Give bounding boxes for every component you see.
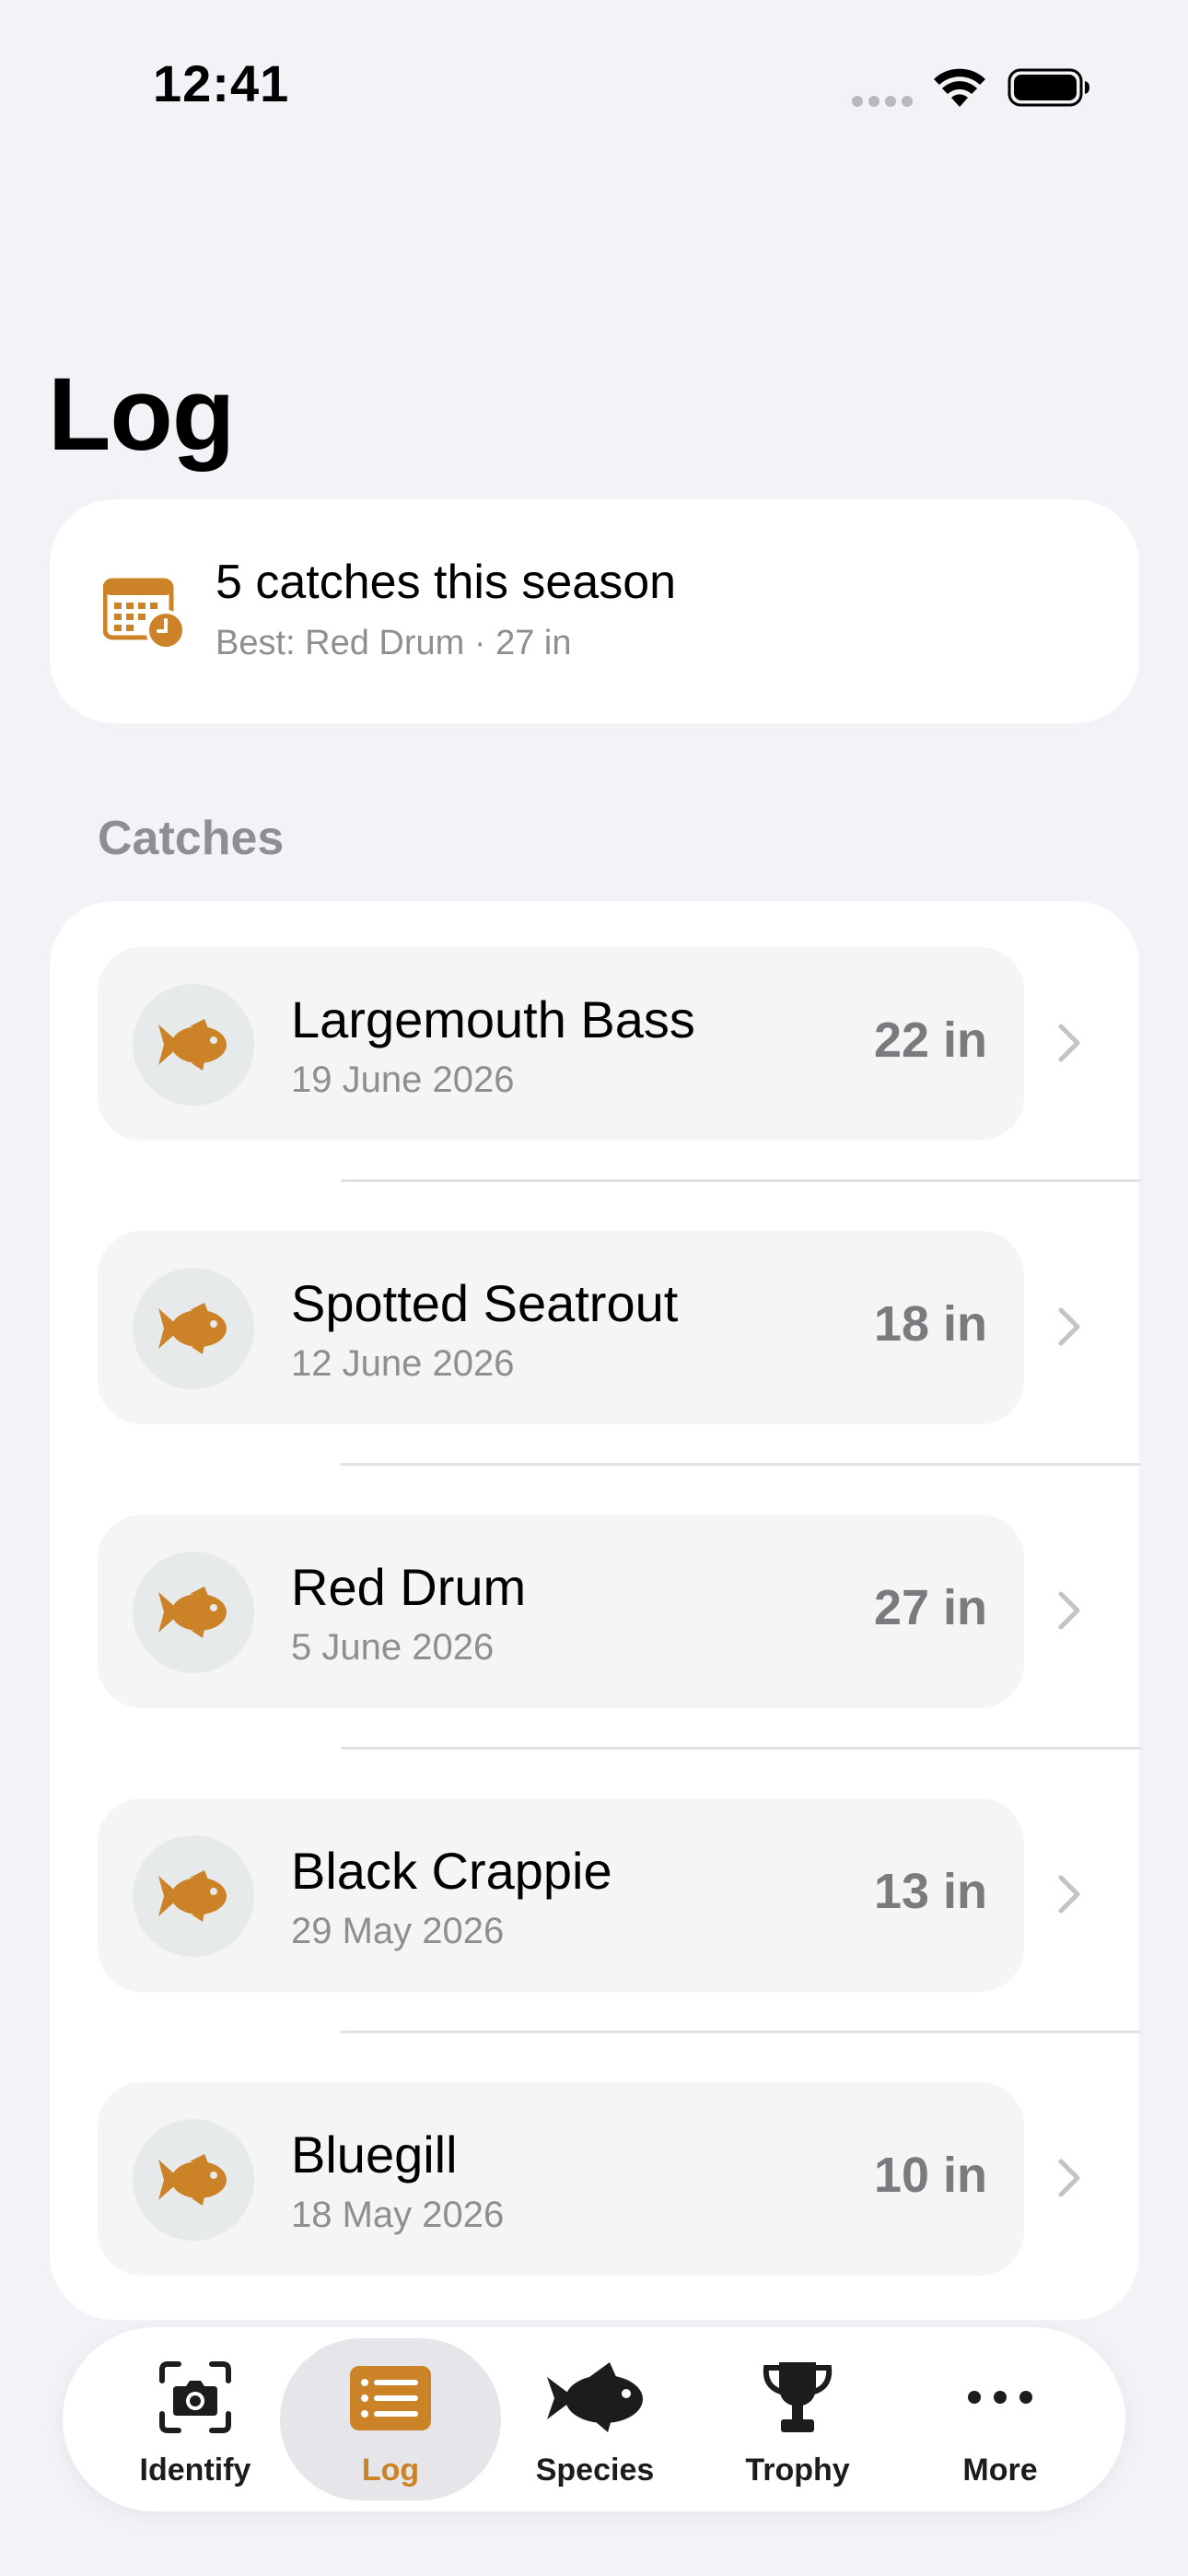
catch-date: 19 June 2026 bbox=[291, 1060, 515, 1100]
tab-icon-wrap bbox=[85, 2359, 306, 2436]
calendar-clock-icon bbox=[103, 578, 186, 650]
catch-size: 10 in bbox=[873, 2148, 987, 2203]
tab-label: Log bbox=[361, 2453, 420, 2488]
list-item[interactable]: Spotted Seatrout 12 June 2026 18 in bbox=[98, 1231, 1139, 1424]
fish-icon bbox=[158, 2154, 227, 2206]
tab-icon-wrap bbox=[687, 2359, 908, 2436]
list-item[interactable]: Largemouth Bass 19 June 2026 22 in bbox=[98, 947, 1139, 1141]
fish-icon bbox=[158, 1587, 227, 1638]
tab-log[interactable]: Log bbox=[280, 2338, 501, 2500]
ellipsis-icon bbox=[968, 2391, 1032, 2404]
chevron-right-icon bbox=[1058, 1875, 1080, 1914]
catch-row-content: Black Crappie 29 May 2026 13 in bbox=[98, 1798, 1024, 1992]
catch-row-content: Red Drum 5 June 2026 27 in bbox=[98, 1515, 1024, 1708]
catch-row-content: Bluegill 18 May 2026 10 in bbox=[98, 2082, 1024, 2276]
tab-label: Identify bbox=[139, 2453, 251, 2488]
tab-trophy[interactable]: Trophy bbox=[687, 2338, 908, 2500]
catch-date: 5 June 2026 bbox=[291, 1627, 495, 1668]
wifi-icon bbox=[934, 68, 985, 107]
fish-badge bbox=[133, 1268, 254, 1389]
catches-list: Largemouth Bass 19 June 2026 22 in Spott… bbox=[50, 901, 1141, 2320]
status-time: 12:41 bbox=[153, 54, 290, 112]
fish-badge bbox=[133, 1835, 254, 1957]
fish-badge bbox=[133, 2119, 254, 2241]
fish-icon bbox=[158, 1870, 227, 1922]
tab-identify[interactable]: Identify bbox=[85, 2338, 306, 2500]
cellular-signal-icon bbox=[852, 96, 913, 109]
tab-label: More bbox=[962, 2453, 1038, 2488]
chevron-right-icon bbox=[1058, 1307, 1080, 1346]
fish-badge bbox=[133, 1551, 254, 1673]
row-divider bbox=[341, 2031, 1141, 2033]
catch-name: Spotted Seatrout bbox=[291, 1274, 679, 1332]
tab-bar: Identify Log Species Trophy More bbox=[63, 2327, 1125, 2512]
fish-badge bbox=[133, 984, 254, 1106]
section-label-catches: Catches bbox=[98, 812, 285, 865]
catch-name: Black Crappie bbox=[291, 1842, 612, 1900]
catch-date: 29 May 2026 bbox=[291, 1911, 505, 1951]
catch-size: 22 in bbox=[873, 1013, 987, 1068]
list-item[interactable]: Bluegill 18 May 2026 10 in bbox=[98, 2082, 1139, 2276]
list-item[interactable]: Black Crappie 29 May 2026 13 in bbox=[98, 1798, 1139, 1992]
fish-icon bbox=[547, 2362, 643, 2432]
row-divider bbox=[341, 1179, 1141, 1182]
fish-icon bbox=[158, 1019, 227, 1071]
battery-icon bbox=[1007, 68, 1089, 107]
catch-date: 18 May 2026 bbox=[291, 2195, 505, 2235]
catch-size: 18 in bbox=[873, 1296, 987, 1352]
chevron-right-icon bbox=[1058, 1591, 1080, 1630]
catch-size: 27 in bbox=[873, 1580, 987, 1635]
page-title: Log bbox=[48, 357, 235, 472]
fish-icon bbox=[158, 1303, 227, 1354]
tab-more[interactable]: More bbox=[890, 2338, 1111, 2500]
chevron-right-icon bbox=[1058, 2159, 1080, 2197]
summary-subtitle: Best: Red Drum · 27 in bbox=[215, 624, 572, 662]
catch-size: 13 in bbox=[873, 1864, 987, 1919]
row-divider bbox=[341, 1747, 1141, 1750]
status-bar: 12:41 bbox=[0, 0, 1188, 175]
catch-row-content: Spotted Seatrout 12 June 2026 18 in bbox=[98, 1231, 1024, 1424]
season-summary-card: 5 catches this season Best: Red Drum · 2… bbox=[50, 499, 1139, 723]
summary-title: 5 catches this season bbox=[215, 556, 677, 609]
tab-label: Species bbox=[535, 2453, 655, 2488]
catch-date: 12 June 2026 bbox=[291, 1343, 515, 1384]
chevron-right-icon bbox=[1058, 1024, 1080, 1062]
tab-label: Trophy bbox=[745, 2453, 850, 2488]
catch-name: Largemouth Bass bbox=[291, 990, 695, 1048]
tab-icon-wrap bbox=[484, 2359, 705, 2436]
trophy-icon bbox=[763, 2362, 833, 2432]
tab-icon-wrap bbox=[280, 2359, 501, 2436]
tab-icon-wrap bbox=[890, 2359, 1111, 2436]
list-icon bbox=[350, 2366, 431, 2430]
tab-species[interactable]: Species bbox=[484, 2338, 705, 2500]
catch-row-content: Largemouth Bass 19 June 2026 22 in bbox=[98, 947, 1024, 1141]
list-item[interactable]: Red Drum 5 June 2026 27 in bbox=[98, 1515, 1139, 1708]
camera-viewfinder-icon bbox=[159, 2361, 231, 2433]
catch-name: Red Drum bbox=[291, 1558, 527, 1616]
catch-name: Bluegill bbox=[291, 2125, 458, 2184]
row-divider bbox=[341, 1463, 1141, 1466]
